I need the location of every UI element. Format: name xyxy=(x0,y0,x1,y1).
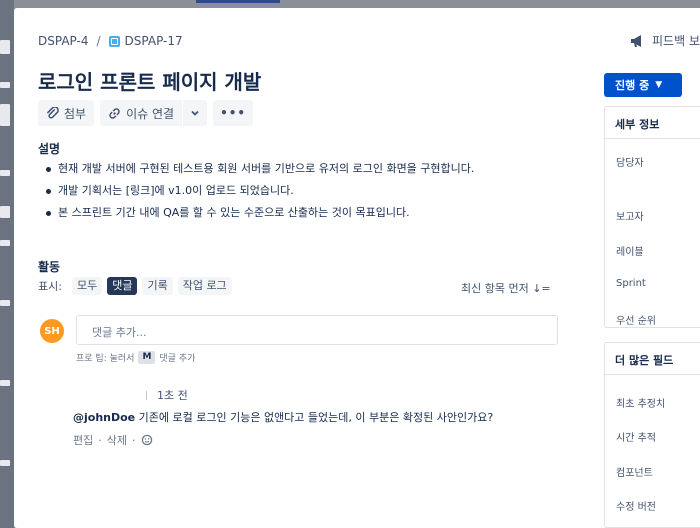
pro-tip-prefix: 프로 팁: 눌러서 xyxy=(76,354,135,364)
description-list[interactable]: 현재 개발 서버에 구현된 테스트용 회원 서버를 기반으로 유저의 로그인 화… xyxy=(44,158,474,224)
action-separator: · xyxy=(98,433,102,447)
filter-history[interactable]: 기록 xyxy=(142,277,173,295)
field-reporter: 보고자 xyxy=(616,212,644,223)
link-issue-group: 이슈 연결 xyxy=(100,100,208,126)
feedback-button[interactable]: 피드백 보 xyxy=(630,32,700,49)
status-transition-button[interactable]: 진행 중 ▼ xyxy=(604,73,682,97)
description-item: 현재 개발 서버에 구현된 테스트용 회원 서버를 기반으로 유저의 로그인 화… xyxy=(44,158,474,180)
paperclip-icon xyxy=(47,106,59,118)
link-issue-dropdown[interactable] xyxy=(183,100,208,126)
field-sprint: Sprint xyxy=(616,278,646,289)
link-issue-button[interactable]: 이슈 연결 xyxy=(100,100,183,126)
pro-tip-suffix: 댓글 추가 xyxy=(159,354,196,364)
background-mark xyxy=(0,206,10,218)
field-fix-version: 수정 버전 xyxy=(616,502,656,513)
details-header[interactable]: 세부 정보 xyxy=(605,107,700,139)
comment-input[interactable]: 댓글 추가... xyxy=(76,315,558,345)
filter-worklog[interactable]: 작업 로그 xyxy=(177,277,232,295)
comment-time: 1초 전 xyxy=(157,389,188,402)
field-original-estimate: 최초 추정치 xyxy=(616,399,666,410)
add-reaction-icon[interactable] xyxy=(141,434,153,446)
field-priority: 우선 순위 xyxy=(616,316,656,327)
activity-filter: 표시: 모두 댓글 기록 작업 로그 xyxy=(38,277,237,295)
more-actions-button[interactable]: ••• xyxy=(213,100,254,126)
comment-timestamp: 1초 전 xyxy=(146,387,188,403)
show-label: 표시: xyxy=(38,280,62,293)
field-labels: 레이블 xyxy=(616,247,644,258)
sort-order-button[interactable]: 최신 항목 먼저 ↓= xyxy=(461,280,551,296)
status-label: 진행 중 xyxy=(615,79,650,92)
field-time-tracking: 시간 추적 xyxy=(616,433,656,444)
description-label: 설명 xyxy=(38,142,61,156)
description-item: 개발 기획서는 [링크]에 v1.0이 업로드 되었습니다. xyxy=(44,180,474,202)
comment-body: @johnDoe 기존에 로컬 로그인 기능은 없앤다고 들었는데, 이 부분은… xyxy=(73,409,493,425)
background-mark xyxy=(0,380,10,386)
issue-title[interactable]: 로그인 프론트 페이지 개발 xyxy=(38,66,261,95)
background-mark xyxy=(0,104,10,126)
background-accent-bar xyxy=(196,0,280,3)
megaphone-icon xyxy=(631,34,642,47)
filter-comments[interactable]: 댓글 xyxy=(107,277,138,295)
chevron-down-icon xyxy=(191,110,199,116)
filter-all[interactable]: 모두 xyxy=(71,277,103,295)
background-mark xyxy=(0,170,10,176)
field-components: 컴포넌트 xyxy=(616,468,653,479)
more-fields-panel: 더 많은 필드 최초 추정치 시간 추적 컴포넌트 수정 버전 xyxy=(604,342,700,528)
background-mark xyxy=(0,240,10,246)
breadcrumb-parent-link[interactable]: DSPAP-4 xyxy=(38,34,88,48)
attach-label: 첨부 xyxy=(64,106,87,121)
background-app-strip xyxy=(0,0,14,528)
link-issue-label: 이슈 연결 xyxy=(126,106,175,121)
background-mark xyxy=(0,40,10,54)
background-mark xyxy=(0,300,10,306)
timestamp-divider xyxy=(146,390,147,400)
more-fields-header[interactable]: 더 많은 필드 xyxy=(605,343,700,375)
background-mark xyxy=(0,460,10,466)
issue-modal: DSPAP-4 / DSPAP-17 피드백 보 로그인 프론트 페이지 개발 … xyxy=(14,8,700,528)
action-separator: · xyxy=(132,433,136,447)
background-mark xyxy=(0,82,10,88)
field-assignee: 담당자 xyxy=(616,158,644,169)
pro-tip: 프로 팁: 눌러서 M 댓글 추가 xyxy=(76,351,195,364)
breadcrumb-separator: / xyxy=(96,34,101,48)
breadcrumb-current-link[interactable]: DSPAP-17 xyxy=(125,34,183,48)
shortcut-key: M xyxy=(138,351,156,364)
comment-actions: 편집 · 삭제 · xyxy=(73,432,153,448)
chevron-down-icon: ▼ xyxy=(655,80,663,90)
description-item: 본 스프린트 기간 내에 QA를 할 수 있는 수준으로 산출하는 것이 목표입… xyxy=(44,202,474,224)
edit-comment-button[interactable]: 편집 xyxy=(73,432,93,448)
avatar: SH xyxy=(40,319,64,343)
subtask-type-icon xyxy=(108,35,120,47)
breadcrumb: DSPAP-4 / DSPAP-17 xyxy=(38,34,183,48)
feedback-label: 피드백 보 xyxy=(652,34,700,48)
attach-button[interactable]: 첨부 xyxy=(38,100,95,126)
activity-label: 활동 xyxy=(38,260,61,274)
issue-toolbar: 첨부 이슈 연결 ••• xyxy=(38,100,254,126)
user-mention[interactable]: @johnDoe xyxy=(73,411,135,424)
comment-text: 기존에 로컬 로그인 기능은 없앤다고 들었는데, 이 부분은 확정된 사안인가… xyxy=(135,411,494,424)
link-icon xyxy=(109,107,120,119)
delete-comment-button[interactable]: 삭제 xyxy=(107,432,127,448)
details-panel: 세부 정보 담당자 보고자 레이블 Sprint 우선 순위 xyxy=(604,106,700,328)
